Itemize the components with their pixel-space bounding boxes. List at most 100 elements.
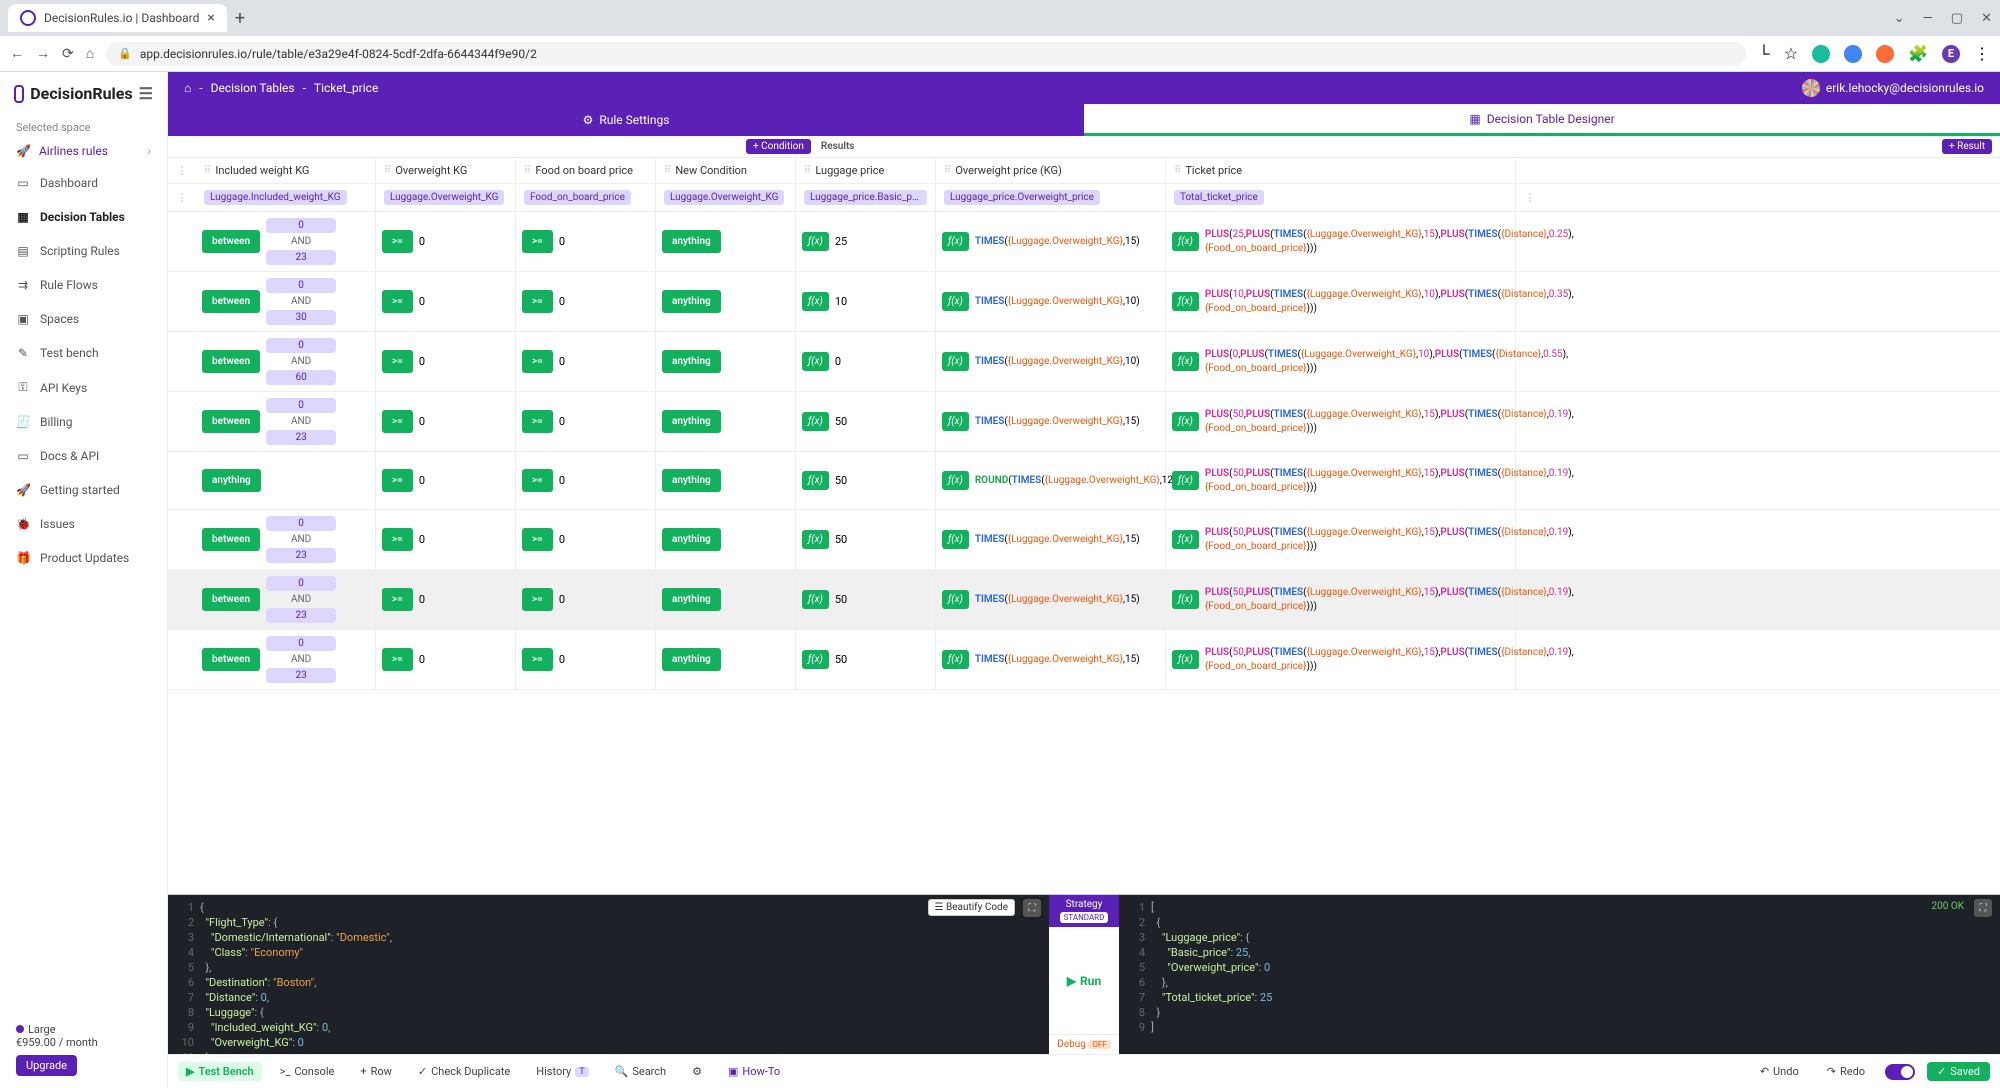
drag-icon[interactable]: ⠿ <box>524 165 531 176</box>
op-between[interactable]: between <box>202 528 260 551</box>
ext-icon-2[interactable] <box>1844 45 1862 63</box>
sidebar-item-spaces[interactable]: ▣Spaces <box>0 302 167 336</box>
drag-icon[interactable]: ⠿ <box>804 165 811 176</box>
cell-food-price[interactable]: >=0 <box>516 332 656 391</box>
cell-new-condition[interactable]: anything <box>656 212 796 271</box>
ext-icon-3[interactable] <box>1876 45 1894 63</box>
cell-ticket-price[interactable]: ƒ(x)PLUS(10,PLUS(TIMES({Luggage.Overweig… <box>1166 272 1516 331</box>
cell-ticket-price[interactable]: ƒ(x)PLUS(0,PLUS(TIMES({Luggage.Overweigh… <box>1166 332 1516 391</box>
share-icon[interactable]: └ <box>1758 44 1769 64</box>
cell-overweight[interactable]: >=0 <box>376 212 516 271</box>
cell-ticket-price[interactable]: ƒ(x)PLUS(50,PLUS(TIMES({Luggage.Overweig… <box>1166 510 1516 569</box>
sidebar-item-rule-flows[interactable]: ⇉Rule Flows <box>0 268 167 302</box>
add-condition-button[interactable]: + Condition <box>746 139 811 154</box>
drag-icon[interactable]: ⠿ <box>1174 165 1181 176</box>
app-logo[interactable]: DecisionRules ☰ <box>0 72 167 115</box>
run-button[interactable]: ▶ Run <box>1049 927 1119 1034</box>
row-menu-icon[interactable] <box>168 452 196 509</box>
sidebar-item-decision-tables[interactable]: ▦Decision Tables <box>0 200 167 234</box>
column-header[interactable]: ⠿New Condition <box>656 158 796 183</box>
row-menu-icon[interactable] <box>168 332 196 391</box>
table-row[interactable]: between 0 AND 23 >=0 >=0 anything ƒ(x)50… <box>168 630 2000 690</box>
cell-new-condition[interactable]: anything <box>656 272 796 331</box>
cell-included-weight[interactable]: between 0 AND 23 <box>196 392 376 451</box>
cell-food-price[interactable]: >=0 <box>516 212 656 271</box>
column-header[interactable]: ⠿Food on board price <box>516 158 656 183</box>
tab-rule-settings[interactable]: ⚙ Rule Settings <box>168 104 1084 136</box>
extensions-icon[interactable]: 🧩 <box>1908 44 1928 63</box>
test-bench-button[interactable]: ▶ Test Bench <box>178 1062 262 1081</box>
new-tab-icon[interactable]: + <box>235 8 245 29</box>
op-between[interactable]: between <box>202 410 260 433</box>
cell-overweight-price[interactable]: ƒ(x)TIMES({Luggage.Overweight_KG},15) <box>936 212 1166 271</box>
cell-included-weight[interactable]: between 0 AND 23 <box>196 570 376 629</box>
sidebar-item-product-updates[interactable]: 🎁Product Updates <box>0 541 167 575</box>
strategy-selector[interactable]: Strategy STANDARD <box>1049 895 1119 927</box>
reload-icon[interactable]: ⟳ <box>62 46 74 62</box>
table-grid[interactable]: ⋮ ⠿Included weight KG⠿Overweight KG⠿Food… <box>168 158 2000 894</box>
add-result-button[interactable]: + Result <box>1942 139 1992 154</box>
drag-icon[interactable]: ⠿ <box>944 165 951 176</box>
op-between[interactable]: between <box>202 230 260 253</box>
url-input[interactable]: 🔒 app.decisionrules.io/rule/table/e3a29e… <box>106 42 1746 66</box>
row-menu-icon[interactable] <box>168 570 196 629</box>
cell-food-price[interactable]: >=0 <box>516 570 656 629</box>
range-to[interactable]: 30 <box>266 310 336 325</box>
column-header[interactable]: ⠿Luggage price <box>796 158 936 183</box>
input-editor[interactable]: ☰ Beautify Code ⛶ 1234567891011 { "Fligh… <box>168 895 1049 1054</box>
back-icon[interactable]: ← <box>10 45 24 62</box>
cell-new-condition[interactable]: anything <box>656 332 796 391</box>
maximize-icon[interactable]: ▢ <box>1951 11 1963 26</box>
cell-included-weight[interactable]: between 0 AND 23 <box>196 510 376 569</box>
sidebar-item-dashboard[interactable]: ▭Dashboard <box>0 166 167 200</box>
table-row[interactable]: between 0 AND 23 >=0 >=0 anything ƒ(x)50… <box>168 510 2000 570</box>
forward-icon[interactable]: → <box>36 45 50 62</box>
ext-icon-1[interactable] <box>1812 45 1830 63</box>
table-row[interactable]: between 0 AND 30 >=0 >=0 anything ƒ(x)10… <box>168 272 2000 332</box>
cell-overweight-price[interactable]: ƒ(x)ROUND(TIMES({Luggage.Overweight_KG},… <box>936 452 1166 509</box>
cell-new-condition[interactable]: anything <box>656 510 796 569</box>
cell-luggage-price[interactable]: ƒ(x)25 <box>796 212 936 271</box>
cell-included-weight[interactable]: anything <box>196 452 376 509</box>
sidebar-item-test-bench[interactable]: ✎Test bench <box>0 336 167 370</box>
cell-new-condition[interactable]: anything <box>656 392 796 451</box>
cell-ticket-price[interactable]: ƒ(x)PLUS(50,PLUS(TIMES({Luggage.Overweig… <box>1166 392 1516 451</box>
table-row[interactable]: between 0 AND 23 >=0 >=0 anything ƒ(x)50… <box>168 392 2000 452</box>
debug-toggle[interactable]: Debug OFF <box>1049 1034 1119 1054</box>
range-to[interactable]: 23 <box>266 608 336 623</box>
row-menu-icon[interactable]: ⋮ <box>168 158 196 183</box>
op-anything[interactable]: anything <box>202 469 261 492</box>
row-menu-icon[interactable] <box>168 630 196 689</box>
row-menu-icon[interactable] <box>168 272 196 331</box>
cell-ticket-price[interactable]: ƒ(x)PLUS(50,PLUS(TIMES({Luggage.Overweig… <box>1166 452 1516 509</box>
op-between[interactable]: between <box>202 588 260 611</box>
console-button[interactable]: >_ Console <box>272 1062 343 1081</box>
range-from[interactable]: 0 <box>266 398 336 413</box>
output-editor[interactable]: 200 OK ⛶ 123456789 [ { "Luggage_price": … <box>1119 895 2000 1054</box>
cell-included-weight[interactable]: between 0 AND 23 <box>196 630 376 689</box>
cell-overweight[interactable]: >=0 <box>376 392 516 451</box>
cell-overweight[interactable]: >=0 <box>376 332 516 391</box>
profile-avatar[interactable]: E <box>1942 45 1960 63</box>
cell-included-weight[interactable]: between 0 AND 60 <box>196 332 376 391</box>
column-header[interactable]: ⠿Overweight price (KG) <box>936 158 1166 183</box>
cell-luggage-price[interactable]: ƒ(x)50 <box>796 570 936 629</box>
drag-icon[interactable]: ⠿ <box>204 165 211 176</box>
row-menu-icon[interactable]: ⋮ <box>168 184 196 211</box>
cell-overweight[interactable]: >=0 <box>376 272 516 331</box>
expand-icon[interactable]: ⛶ <box>1974 899 1992 917</box>
range-from[interactable]: 0 <box>266 576 336 591</box>
cell-food-price[interactable]: >=0 <box>516 452 656 509</box>
drag-icon[interactable]: ⠿ <box>664 165 671 176</box>
cell-overweight-price[interactable]: ƒ(x)TIMES({Luggage.Overweight_KG},15) <box>936 392 1166 451</box>
column-variable[interactable]: Total_ticket_price <box>1166 184 1516 211</box>
row-menu-icon[interactable] <box>168 510 196 569</box>
range-to[interactable]: 23 <box>266 250 336 265</box>
search-button[interactable]: 🔍 Search <box>607 1062 675 1081</box>
range-to[interactable]: 23 <box>266 668 336 683</box>
column-variable[interactable]: Luggage_price.Overweight_price <box>936 184 1166 211</box>
cell-included-weight[interactable]: between 0 AND 30 <box>196 272 376 331</box>
close-tab-icon[interactable]: × <box>207 10 214 26</box>
sidebar-item-docs-&-api[interactable]: ▭Docs & API <box>0 439 167 473</box>
cell-overweight-price[interactable]: ƒ(x)TIMES({Luggage.Overweight_KG},15) <box>936 570 1166 629</box>
